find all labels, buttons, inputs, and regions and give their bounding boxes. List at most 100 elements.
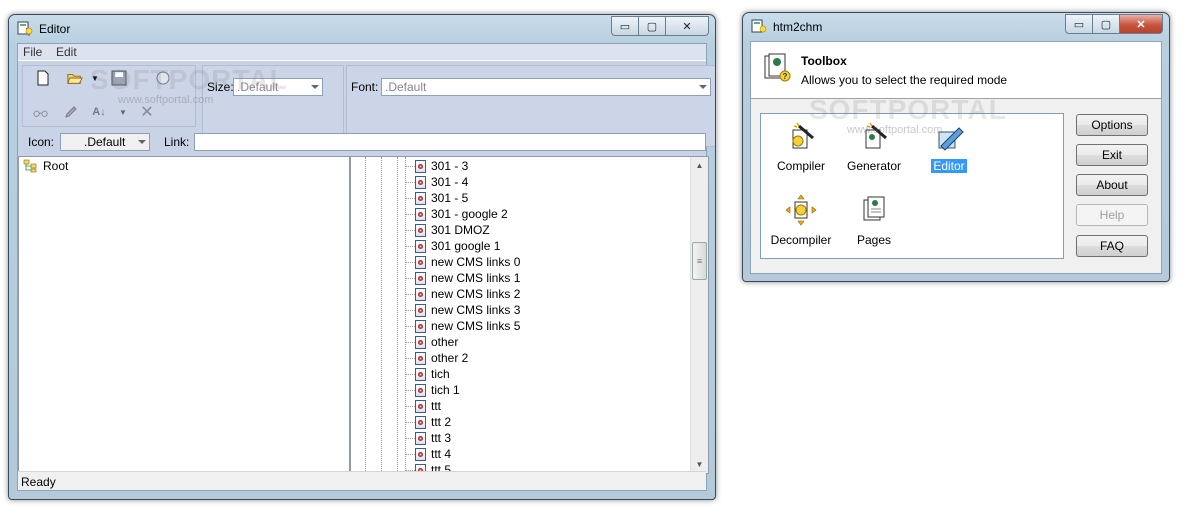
htm2chm-titlebar[interactable]: htm2chm ▭ ▢ ✕ bbox=[743, 13, 1169, 41]
list-item[interactable]: 301 DMOZ bbox=[415, 222, 490, 238]
maximize-button[interactable]: ▢ bbox=[638, 16, 666, 36]
page-icon bbox=[415, 223, 426, 237]
page-icon bbox=[415, 319, 426, 333]
delete-icon[interactable]: ✕ bbox=[139, 104, 155, 121]
list-item[interactable]: ttt 3 bbox=[415, 430, 451, 446]
spectacles-icon[interactable] bbox=[33, 104, 49, 120]
new-file-icon[interactable] bbox=[35, 70, 51, 86]
list-item[interactable]: other bbox=[415, 334, 458, 350]
page-icon bbox=[415, 431, 426, 445]
list-item-label: 301 DMOZ bbox=[431, 223, 490, 237]
list-item[interactable]: 301 - 3 bbox=[415, 158, 468, 174]
mode-pages[interactable]: Pages bbox=[839, 194, 909, 247]
icon-label: Icon: bbox=[28, 135, 55, 149]
page-icon bbox=[415, 367, 426, 381]
list-item-label: new CMS links 3 bbox=[431, 303, 521, 317]
mode-decompiler[interactable]: Decompiler bbox=[766, 194, 836, 247]
list-item[interactable]: other 2 bbox=[415, 350, 468, 366]
list-item[interactable]: new CMS links 3 bbox=[415, 302, 520, 318]
icon-combo-value: .Default bbox=[84, 135, 126, 149]
pages-icon bbox=[863, 196, 885, 221]
menu-file[interactable]: File bbox=[23, 45, 42, 59]
page-icon bbox=[415, 191, 426, 205]
list-item-label: ttt 3 bbox=[431, 431, 452, 445]
list-item[interactable]: 301 - 5 bbox=[415, 190, 468, 206]
page-icon bbox=[415, 335, 426, 349]
list-item[interactable]: 301 - google 2 bbox=[415, 206, 508, 222]
tree-panel[interactable]: Root bbox=[18, 156, 350, 474]
maximize-button[interactable]: ▢ bbox=[1092, 14, 1120, 34]
menu-edit[interactable]: Edit bbox=[56, 45, 77, 59]
minimize-button[interactable]: ▭ bbox=[611, 16, 639, 36]
page-icon bbox=[415, 175, 426, 189]
close-button[interactable]: ✕ bbox=[1119, 14, 1163, 34]
toolbox-header: ? Toolbox Allows you to select the requi… bbox=[751, 42, 1161, 99]
list-item-label: new CMS links 0 bbox=[431, 255, 521, 269]
list-item[interactable]: 301 google 1 bbox=[415, 238, 500, 254]
list-item[interactable]: new CMS links 2 bbox=[415, 286, 520, 302]
page-icon bbox=[415, 207, 426, 221]
list-item[interactable]: tich 1 bbox=[415, 382, 460, 398]
sort-icon[interactable]: A↓ bbox=[91, 104, 107, 120]
watermark-url: www.softportal.com bbox=[847, 124, 943, 136]
minimize-button[interactable]: ▭ bbox=[1065, 14, 1093, 34]
vertical-scrollbar[interactable]: ▲ ≡ ▼ bbox=[690, 157, 708, 473]
list-item[interactable]: ttt 4 bbox=[415, 446, 451, 462]
close-icon: ✕ bbox=[682, 20, 692, 33]
exit-button[interactable]: Exit bbox=[1076, 144, 1148, 166]
list-item[interactable]: 301 - 4 bbox=[415, 174, 468, 190]
menubar: File Edit bbox=[18, 44, 706, 60]
chevron-down-icon bbox=[699, 85, 707, 89]
list-item-label: ttt 2 bbox=[431, 415, 452, 429]
list-item-label: 301 google 1 bbox=[431, 239, 501, 253]
help-button[interactable]: Help bbox=[1076, 204, 1148, 226]
scroll-up-icon[interactable]: ▲ bbox=[691, 157, 708, 174]
list-item[interactable]: new CMS links 1 bbox=[415, 270, 520, 286]
mode-compiler[interactable]: Compiler bbox=[766, 120, 836, 173]
list-item-label: 301 - google 2 bbox=[431, 207, 508, 221]
tree-root-item[interactable]: Root bbox=[23, 158, 68, 174]
close-button[interactable]: ✕ bbox=[665, 16, 709, 36]
pages-list-panel[interactable]: 301 - 3 301 - 4 301 - 5 301 - google 2 301 D… bbox=[350, 156, 709, 474]
link-label: Link: bbox=[164, 135, 190, 149]
list-item[interactable]: new CMS links 5 bbox=[415, 318, 520, 334]
list-item-label: 301 - 4 bbox=[431, 175, 469, 189]
minimize-icon: ▭ bbox=[619, 20, 631, 33]
list-item-label: 301 - 5 bbox=[431, 191, 469, 205]
pencil-icon[interactable] bbox=[63, 104, 79, 120]
app-icon bbox=[751, 19, 767, 33]
status-text: Ready bbox=[21, 475, 56, 489]
list-item[interactable]: ttt 2 bbox=[415, 414, 451, 430]
scroll-thumb[interactable]: ≡ bbox=[692, 242, 707, 280]
htm2chm-title: htm2chm bbox=[773, 20, 823, 34]
sort-dropdown-icon[interactable]: ▼ bbox=[115, 104, 131, 120]
toolbox-title: Toolbox bbox=[801, 54, 847, 68]
list-item[interactable]: new CMS links 0 bbox=[415, 254, 520, 270]
icon-combo[interactable]: .Default bbox=[60, 133, 150, 151]
list-item-label: tich bbox=[431, 367, 450, 381]
font-combo[interactable]: .Default bbox=[381, 78, 711, 96]
htm2chm-client: ? Toolbox Allows you to select the requi… bbox=[750, 41, 1162, 274]
page-icon bbox=[415, 303, 426, 317]
decompiler-icon bbox=[785, 194, 817, 226]
page-icon bbox=[415, 159, 426, 173]
font-combo-value: .Default bbox=[385, 80, 427, 94]
about-button[interactable]: About bbox=[1076, 174, 1148, 196]
page-icon bbox=[415, 271, 426, 285]
open-folder-icon[interactable] bbox=[67, 70, 83, 86]
page-icon bbox=[415, 415, 426, 429]
list-item[interactable]: ttt bbox=[415, 398, 441, 414]
link-input[interactable] bbox=[194, 133, 706, 151]
close-icon: ✕ bbox=[1136, 18, 1146, 31]
watermark-url: www.softportal.com bbox=[118, 94, 214, 106]
mode-label: Pages bbox=[856, 233, 892, 247]
list-item[interactable]: tich bbox=[415, 366, 450, 382]
mode-label: Generator bbox=[846, 159, 902, 173]
editor-client: File Edit ▼ A↓ ▼ ✕ Size: .Default Font: … bbox=[17, 43, 715, 491]
maximize-icon: ▢ bbox=[1100, 18, 1112, 31]
faq-button[interactable]: FAQ bbox=[1076, 235, 1148, 257]
tree-root-label: Root bbox=[43, 159, 69, 173]
editor-titlebar[interactable]: Editor ▭ ▢ ✕ bbox=[9, 15, 715, 43]
options-button[interactable]: Options bbox=[1076, 114, 1148, 136]
htm2chm-window: htm2chm ▭ ▢ ✕ ? Toolbox Allows you to se… bbox=[742, 12, 1170, 282]
